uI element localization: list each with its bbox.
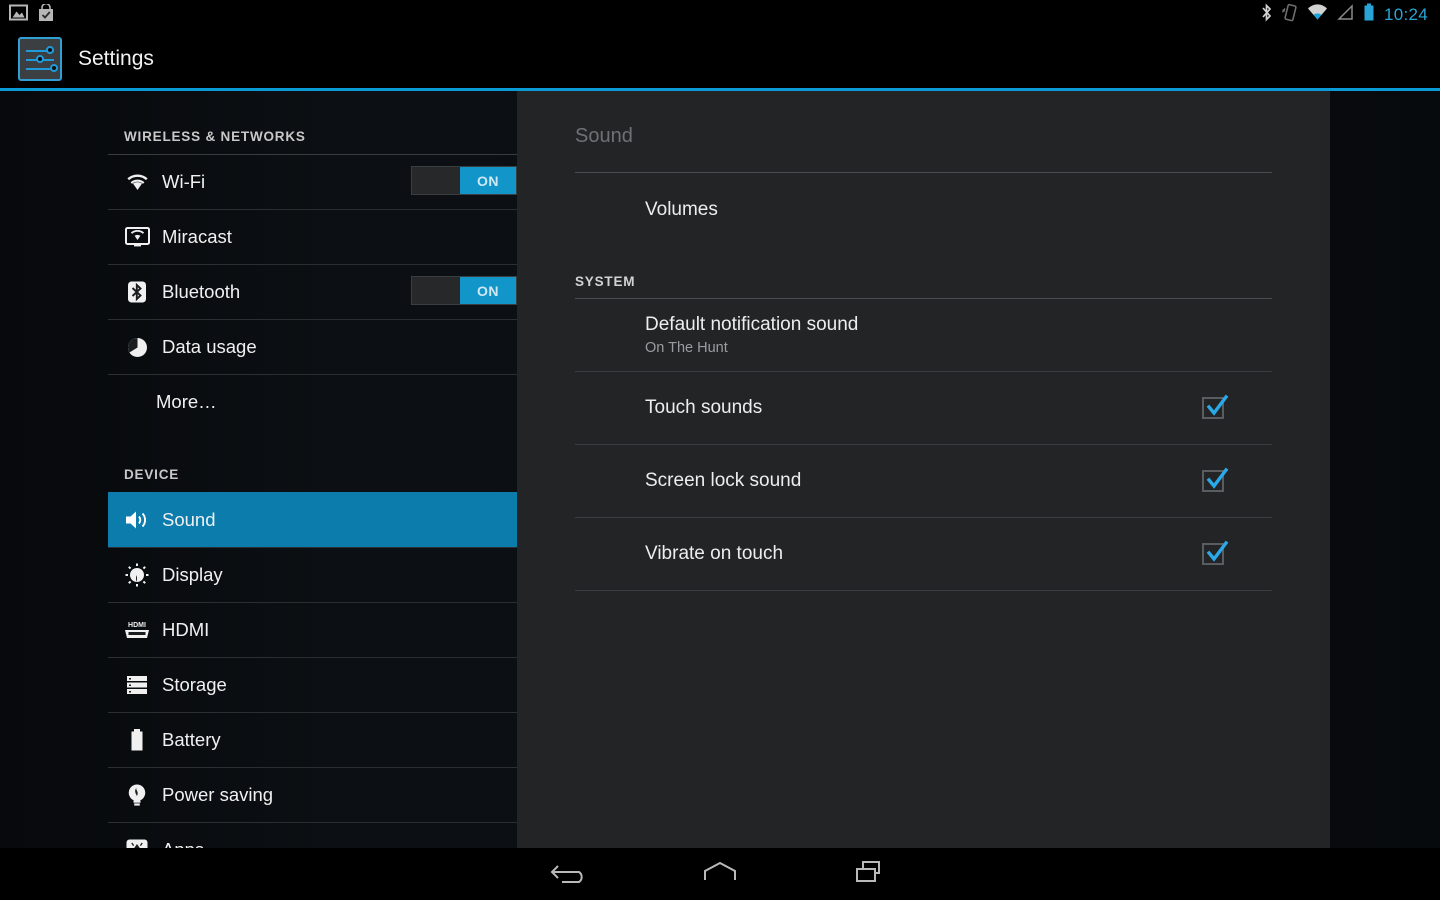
settings-sliders-icon[interactable] bbox=[18, 37, 62, 81]
page-title: Settings bbox=[78, 47, 154, 70]
row-label: Vibrate on touch bbox=[645, 543, 784, 564]
wifi-icon bbox=[114, 172, 160, 192]
battery-icon bbox=[1363, 3, 1375, 27]
sidebar-item-wifi[interactable]: Wi-Fi ON bbox=[108, 154, 517, 209]
bluetooth-toggle-label: ON bbox=[460, 277, 516, 304]
status-bar: 10:24 bbox=[0, 0, 1440, 30]
bluetooth-toggle[interactable]: ON bbox=[411, 276, 517, 305]
home-button[interactable] bbox=[645, 858, 795, 891]
content-row-vibrate-on-touch[interactable]: Vibrate on touch bbox=[575, 518, 1272, 591]
recents-icon bbox=[850, 858, 890, 891]
hdmi-icon: HDMI bbox=[114, 619, 160, 641]
gallery-image-icon bbox=[9, 4, 28, 26]
action-bar: Settings bbox=[0, 30, 1440, 88]
sidebar-item-label: Sound bbox=[162, 509, 216, 530]
sidebar-item-bluetooth[interactable]: Bluetooth ON bbox=[108, 264, 517, 319]
row-label: Screen lock sound bbox=[645, 470, 802, 491]
vibrate-on-touch-checkbox[interactable] bbox=[1202, 540, 1229, 565]
content-row-default-notification-sound[interactable]: Default notification sound On The Hunt bbox=[575, 299, 1272, 372]
sidebar-item-miracast[interactable]: Miracast bbox=[108, 209, 517, 264]
sidebar-item-label: Wi-Fi bbox=[162, 171, 206, 192]
content-title: Sound bbox=[575, 125, 633, 147]
row-label: Touch sounds bbox=[645, 397, 763, 418]
sidebar-item-storage[interactable]: Storage bbox=[108, 657, 517, 712]
row-sublabel: On The Hunt bbox=[645, 340, 728, 356]
android-settings-screen: 10:24 Settings WIRELESS & NETWORKS Wi-Fi… bbox=[0, 0, 1440, 900]
recents-button[interactable] bbox=[795, 858, 945, 891]
sidebar-item-sound[interactable]: Sound bbox=[108, 492, 517, 547]
check-icon bbox=[1206, 540, 1229, 562]
row-label: Volumes bbox=[645, 198, 718, 220]
check-icon bbox=[1206, 394, 1229, 416]
sidebar-item-label: Storage bbox=[162, 674, 227, 695]
power-saving-bulb-icon bbox=[114, 783, 160, 808]
sound-speaker-icon bbox=[114, 509, 160, 531]
status-bar-system-icons[interactable]: 10:24 bbox=[1260, 3, 1440, 27]
status-bar-clock: 10:24 bbox=[1383, 5, 1428, 24]
bluetooth-icon bbox=[114, 280, 160, 304]
vibrate-icon bbox=[1281, 3, 1298, 27]
check-icon bbox=[1206, 467, 1229, 489]
wifi-toggle-label: ON bbox=[460, 167, 516, 194]
sidebar-item-battery[interactable]: Battery bbox=[108, 712, 517, 767]
bluetooth-icon bbox=[1260, 3, 1273, 27]
wifi-toggle[interactable]: ON bbox=[411, 166, 517, 195]
content-section-system-header: SYSTEM bbox=[575, 274, 636, 289]
sidebar-item-label: Miracast bbox=[162, 226, 232, 247]
content-row-touch-sounds[interactable]: Touch sounds bbox=[575, 372, 1272, 445]
display-brightness-icon bbox=[114, 563, 160, 587]
sidebar-item-label: Bluetooth bbox=[162, 281, 241, 302]
wifi-icon bbox=[1307, 4, 1328, 26]
sidebar-item-label: HDMI bbox=[162, 619, 210, 640]
screen-lock-sound-checkbox[interactable] bbox=[1202, 467, 1229, 492]
back-button[interactable] bbox=[495, 858, 645, 891]
sidebar-item-hdmi[interactable]: HDMI HDMI bbox=[108, 602, 517, 657]
sidebar-item-label: Data usage bbox=[162, 336, 257, 357]
sidebar-item-power-saving[interactable]: Power saving bbox=[108, 767, 517, 822]
sidebar-item-label: Display bbox=[162, 564, 223, 585]
content-row-volumes[interactable]: Volumes bbox=[575, 173, 1272, 246]
system-navigation-bar bbox=[0, 848, 1440, 900]
signal-icon bbox=[1337, 4, 1354, 26]
sidebar-item-data-usage[interactable]: Data usage bbox=[108, 319, 517, 374]
touch-sounds-checkbox[interactable] bbox=[1202, 394, 1229, 419]
settings-sidebar: WIRELESS & NETWORKS Wi-Fi ON Miracast Bl… bbox=[0, 91, 517, 861]
back-arrow-icon bbox=[549, 858, 591, 891]
body-area: WIRELESS & NETWORKS Wi-Fi ON Miracast Bl… bbox=[0, 91, 1440, 861]
home-icon bbox=[699, 858, 741, 891]
miracast-icon bbox=[114, 226, 160, 248]
sidebar-section-wireless-header: WIRELESS & NETWORKS bbox=[124, 129, 306, 144]
sidebar-item-display[interactable]: Display bbox=[108, 547, 517, 602]
sidebar-item-label: More… bbox=[156, 391, 217, 412]
content-panel: Sound Volumes SYSTEM Default notificatio… bbox=[517, 91, 1330, 848]
sidebar-item-more[interactable]: More… bbox=[108, 374, 517, 429]
sidebar-item-label: Power saving bbox=[162, 784, 274, 805]
app-update-bag-icon bbox=[37, 2, 55, 27]
row-label: Default notification sound bbox=[645, 314, 859, 335]
storage-icon bbox=[114, 674, 160, 696]
sidebar-section-device-header: DEVICE bbox=[124, 467, 180, 482]
sidebar-item-label: Battery bbox=[162, 729, 221, 750]
data-usage-icon bbox=[114, 336, 160, 359]
content-row-screen-lock-sound[interactable]: Screen lock sound bbox=[575, 445, 1272, 518]
status-bar-notifications[interactable] bbox=[0, 2, 55, 27]
svg-text:HDMI: HDMI bbox=[128, 622, 146, 629]
battery-icon bbox=[114, 728, 160, 752]
